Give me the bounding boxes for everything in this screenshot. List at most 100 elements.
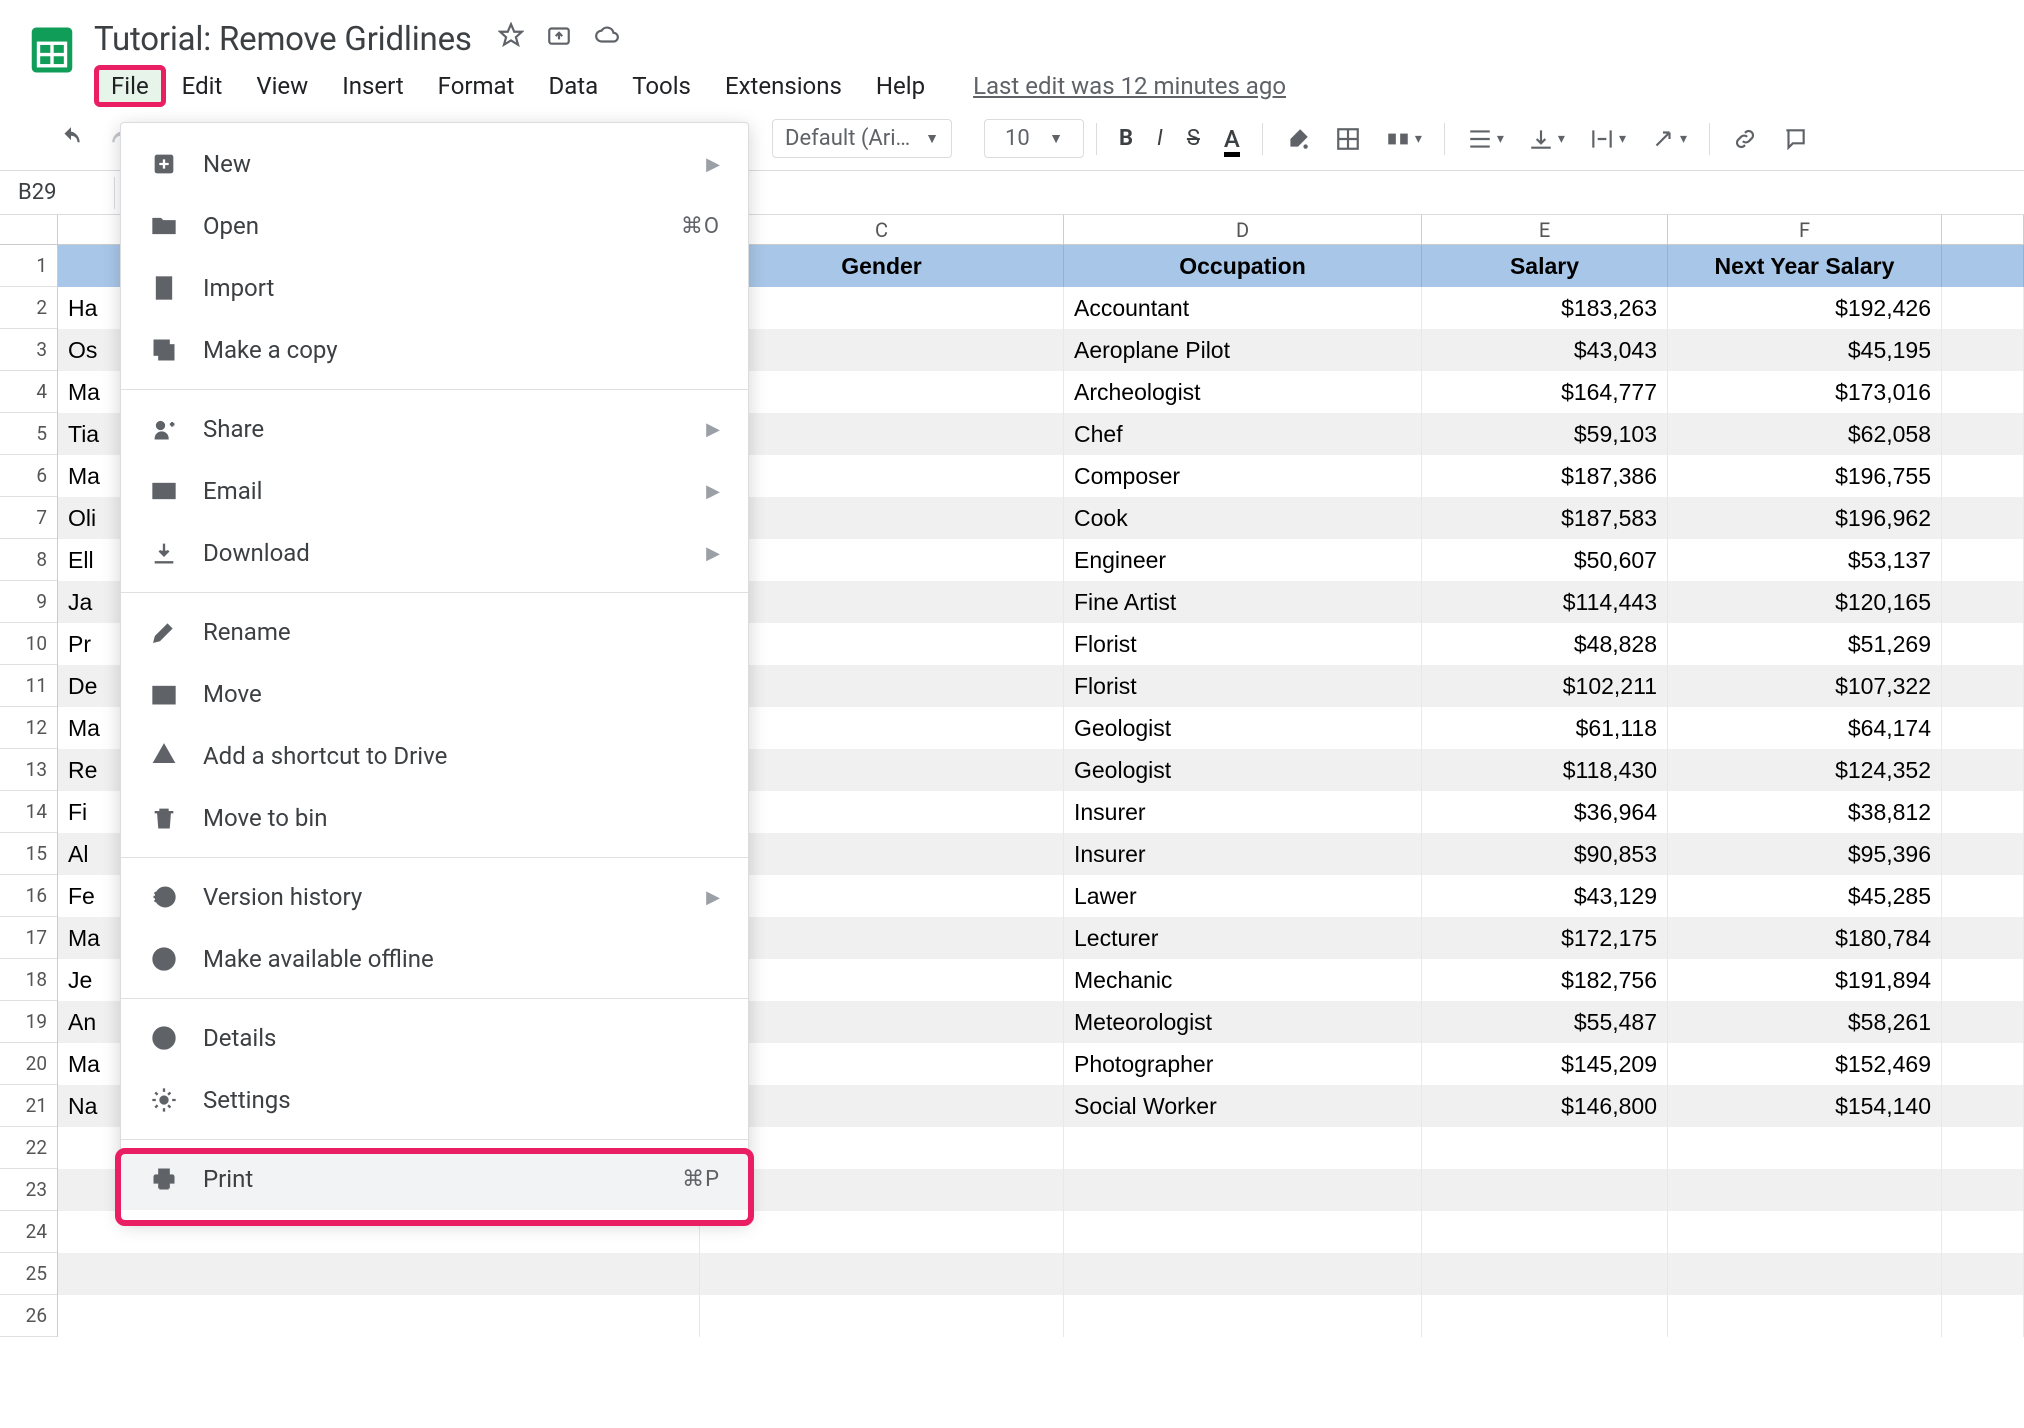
file-menu-share[interactable]: Share ▶ <box>121 398 748 460</box>
file-menu-move-to-bin[interactable]: Move to bin <box>121 787 748 849</box>
row-header[interactable]: 23 <box>0 1169 57 1211</box>
cell[interactable]: Occupation <box>1064 245 1422 287</box>
cell[interactable]: Lecturer <box>1064 917 1422 959</box>
cell[interactable] <box>1942 329 2024 371</box>
row-header[interactable]: 26 <box>0 1295 57 1337</box>
cell[interactable]: ale <box>700 413 1064 455</box>
cell[interactable]: ale <box>700 1043 1064 1085</box>
file-menu-version-history[interactable]: Version history ▶ <box>121 866 748 928</box>
text-rotate-button[interactable]: ▾ <box>1640 120 1697 158</box>
cell[interactable]: $187,583 <box>1422 497 1668 539</box>
cell[interactable] <box>1064 1127 1422 1169</box>
file-menu-new[interactable]: New ▶ <box>121 133 748 195</box>
merge-cells-button[interactable]: ▾ <box>1375 120 1432 158</box>
cell[interactable]: Fine Artist <box>1064 581 1422 623</box>
file-menu-settings[interactable]: Settings <box>121 1069 748 1131</box>
menu-tools[interactable]: Tools <box>618 66 705 106</box>
cell[interactable]: $180,784 <box>1668 917 1942 959</box>
cell[interactable]: Chef <box>1064 413 1422 455</box>
cell[interactable]: Insurer <box>1064 833 1422 875</box>
cell[interactable]: $48,828 <box>1422 623 1668 665</box>
cell[interactable]: Florist <box>1064 665 1422 707</box>
cell[interactable] <box>1668 1127 1942 1169</box>
cell[interactable] <box>1668 1253 1942 1295</box>
cell[interactable]: $120,165 <box>1668 581 1942 623</box>
undo-button[interactable] <box>48 120 94 158</box>
cell[interactable]: $59,103 <box>1422 413 1668 455</box>
bold-button[interactable]: B <box>1109 120 1143 157</box>
row-header[interactable]: 2 <box>0 287 57 329</box>
fill-color-button[interactable] <box>1275 120 1321 158</box>
row-header[interactable]: 1 <box>0 245 57 287</box>
cell[interactable] <box>1942 875 2024 917</box>
cell[interactable] <box>1942 1253 2024 1295</box>
file-menu-rename[interactable]: Rename <box>121 601 748 663</box>
insert-comment-button[interactable] <box>1772 120 1818 158</box>
row-header[interactable]: 13 <box>0 749 57 791</box>
cell[interactable] <box>1064 1211 1422 1253</box>
cell[interactable] <box>1942 371 2024 413</box>
row-header[interactable]: 25 <box>0 1253 57 1295</box>
row-header[interactable]: 22 <box>0 1127 57 1169</box>
column-header[interactable]: D <box>1064 215 1422 244</box>
cell[interactable]: ale <box>700 1001 1064 1043</box>
cell[interactable] <box>58 1295 700 1337</box>
cell[interactable]: ale <box>700 833 1064 875</box>
file-menu-offline[interactable]: Make available offline <box>121 928 748 990</box>
cell[interactable]: $164,777 <box>1422 371 1668 413</box>
cell[interactable]: Gender <box>700 245 1064 287</box>
row-header[interactable]: 14 <box>0 791 57 833</box>
cell[interactable]: Salary <box>1422 245 1668 287</box>
cell[interactable] <box>1942 497 2024 539</box>
cell[interactable]: $192,426 <box>1668 287 1942 329</box>
cell[interactable]: ale <box>700 791 1064 833</box>
cell[interactable]: $61,118 <box>1422 707 1668 749</box>
row-header[interactable]: 7 <box>0 497 57 539</box>
menu-format[interactable]: Format <box>424 66 529 106</box>
cell[interactable] <box>1422 1253 1668 1295</box>
row-header[interactable]: 10 <box>0 623 57 665</box>
cell[interactable]: Archeologist <box>1064 371 1422 413</box>
row-header[interactable]: 17 <box>0 917 57 959</box>
cell[interactable] <box>700 1169 1064 1211</box>
sheets-app-icon[interactable] <box>24 14 80 86</box>
cell[interactable]: Social Worker <box>1064 1085 1422 1127</box>
cell[interactable] <box>700 1127 1064 1169</box>
row-header[interactable]: 3 <box>0 329 57 371</box>
cell[interactable]: ale <box>700 287 1064 329</box>
cell[interactable]: e <box>700 497 1064 539</box>
cell[interactable]: $196,962 <box>1668 497 1942 539</box>
cell[interactable] <box>1942 245 2024 287</box>
strikethrough-button[interactable]: S <box>1177 120 1210 157</box>
cell[interactable]: $154,140 <box>1668 1085 1942 1127</box>
font-size-select[interactable]: 10▼ <box>984 119 1084 158</box>
cell[interactable] <box>1422 1295 1668 1337</box>
column-header[interactable] <box>1942 215 2024 244</box>
cell[interactable]: e <box>700 623 1064 665</box>
cell[interactable]: e <box>700 917 1064 959</box>
cell[interactable]: $36,964 <box>1422 791 1668 833</box>
cell[interactable]: $53,137 <box>1668 539 1942 581</box>
font-family-select[interactable]: Default (Ari…▼ <box>772 119 952 158</box>
menu-insert[interactable]: Insert <box>328 66 417 106</box>
select-all-corner[interactable] <box>0 215 57 245</box>
row-header[interactable]: 15 <box>0 833 57 875</box>
borders-button[interactable] <box>1325 120 1371 158</box>
cell[interactable]: $45,285 <box>1668 875 1942 917</box>
cell[interactable] <box>1422 1211 1668 1253</box>
cell[interactable]: e <box>700 329 1064 371</box>
cell[interactable]: $183,263 <box>1422 287 1668 329</box>
column-header[interactable]: E <box>1422 215 1668 244</box>
cell[interactable]: e <box>700 371 1064 413</box>
insert-link-button[interactable] <box>1722 120 1768 158</box>
move-to-drive-icon[interactable] <box>546 22 572 53</box>
cell[interactable]: $191,894 <box>1668 959 1942 1001</box>
cell[interactable]: $64,174 <box>1668 707 1942 749</box>
star-icon[interactable] <box>498 22 524 53</box>
cell[interactable]: Insurer <box>1064 791 1422 833</box>
cell[interactable]: $173,016 <box>1668 371 1942 413</box>
row-header[interactable]: 16 <box>0 875 57 917</box>
row-header[interactable]: 5 <box>0 413 57 455</box>
cell[interactable]: Photographer <box>1064 1043 1422 1085</box>
cell[interactable]: e <box>700 665 1064 707</box>
